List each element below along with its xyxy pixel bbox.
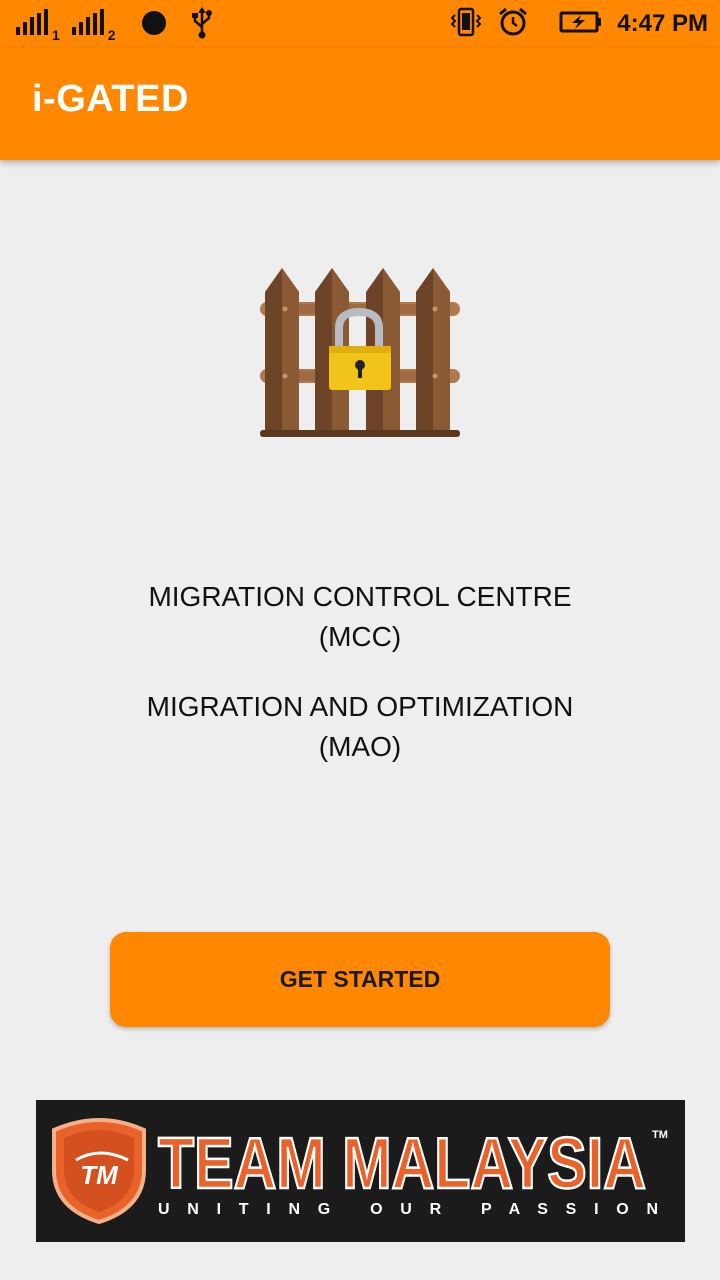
tm-logo-text: TM [80,1160,119,1190]
status-bar: 1 2 4:47 PM [0,0,720,48]
sim1-label: 1 [52,27,60,43]
team-malaysia-banner: TM TEAM MALAYSIA TM U N I T I N G O U R … [36,1100,685,1242]
battery-charging-icon [559,10,603,39]
sim2-label: 2 [107,27,116,43]
signal-icon [16,8,50,42]
status-clock: 4:47 PM [617,10,708,37]
status-left: 1 2 [16,6,214,44]
status-right: 4:47 PM [449,6,708,42]
app-title: i-GATED [32,78,189,120]
mcc-abbr: (MCC) [318,621,402,652]
notification-dot-icon [140,9,168,42]
get-started-button[interactable]: GET STARTED [110,932,610,1027]
app-bar: i-GATED [0,48,720,160]
signal-icon [71,8,106,42]
vibrate-icon [449,7,483,42]
alarm-icon [497,6,529,43]
banner-title: TEAM MALAYSIA [158,1124,646,1204]
usb-icon [190,6,214,44]
mao-title: MIGRATION AND OPTIMIZATION [146,691,574,722]
mcc-title: MIGRATION CONTROL CENTRE [148,581,572,612]
trademark-mark: TM [652,1129,668,1141]
tm-shield-logo: TM [52,1118,146,1225]
mao-info: MIGRATION AND OPTIMIZATION (MAO) [0,688,720,766]
locked-gate-icon [255,262,465,442]
mao-abbr: (MAO) [318,731,402,762]
mcc-info: MIGRATION CONTROL CENTRE (MCC) [0,578,720,656]
